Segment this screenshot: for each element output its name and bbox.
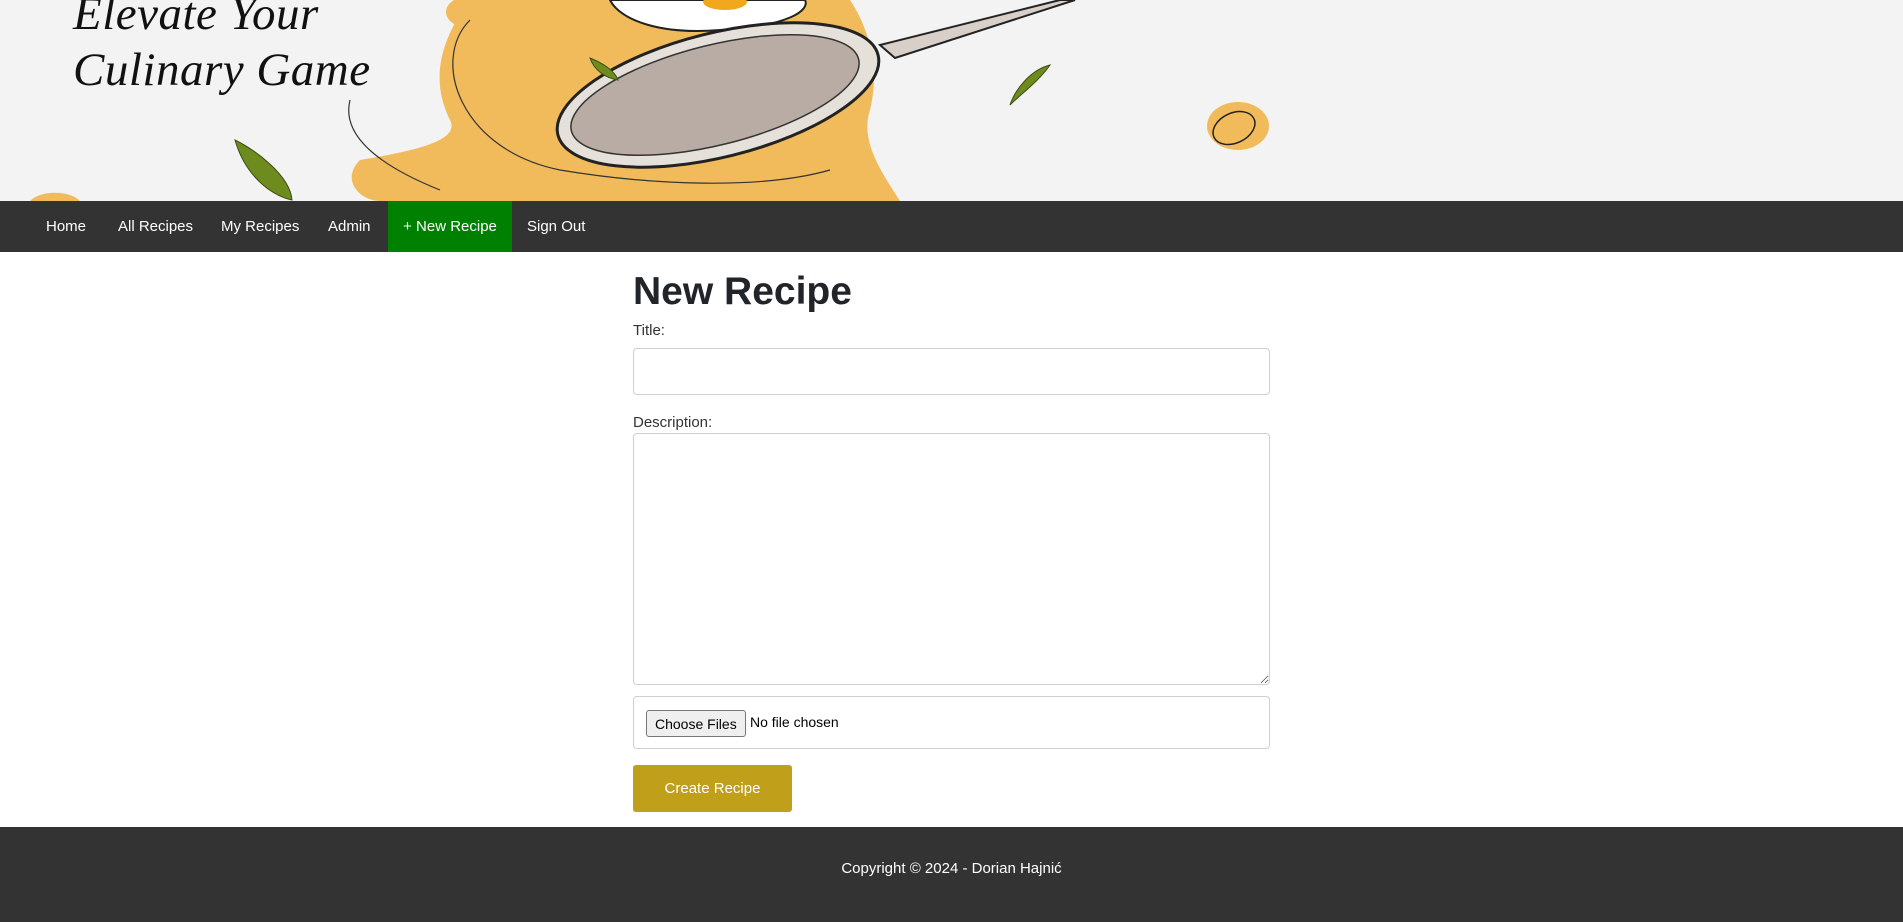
description-label: Description: bbox=[633, 414, 713, 431]
choose-files-button[interactable]: Choose Files bbox=[646, 710, 746, 737]
hero-title: Elevate Your Culinary Game bbox=[73, 0, 371, 98]
hero-title-line-2: Culinary Game bbox=[73, 44, 371, 96]
hero-banner: Elevate Your Culinary Game bbox=[0, 0, 1903, 201]
footer: Copyright © 2024 - Dorian Hajnić bbox=[0, 827, 1903, 922]
nav-item-new-recipe[interactable]: + New Recipe bbox=[388, 201, 512, 252]
copyright-text: Copyright © 2024 - Dorian Hajnić bbox=[841, 860, 1062, 877]
nav-item-my-recipes[interactable]: My Recipes bbox=[205, 201, 315, 252]
file-status-text: No file chosen bbox=[750, 714, 839, 730]
title-label: Title: bbox=[633, 322, 665, 339]
nav-item-admin[interactable]: Admin bbox=[312, 201, 387, 252]
create-recipe-button[interactable]: Create Recipe bbox=[633, 765, 792, 812]
nav-item-home[interactable]: Home bbox=[30, 201, 102, 252]
hero-title-line-1: Elevate Your bbox=[73, 0, 319, 40]
file-upload-field[interactable]: Choose Files No file chosen bbox=[633, 696, 1270, 749]
title-input[interactable] bbox=[633, 348, 1270, 395]
nav-item-sign-out[interactable]: Sign Out bbox=[511, 201, 601, 252]
description-textarea[interactable] bbox=[633, 433, 1270, 685]
main-nav: Home All Recipes My Recipes Admin + New … bbox=[0, 201, 1903, 252]
page-title: New Recipe bbox=[633, 270, 852, 313]
nav-item-all-recipes[interactable]: All Recipes bbox=[102, 201, 209, 252]
